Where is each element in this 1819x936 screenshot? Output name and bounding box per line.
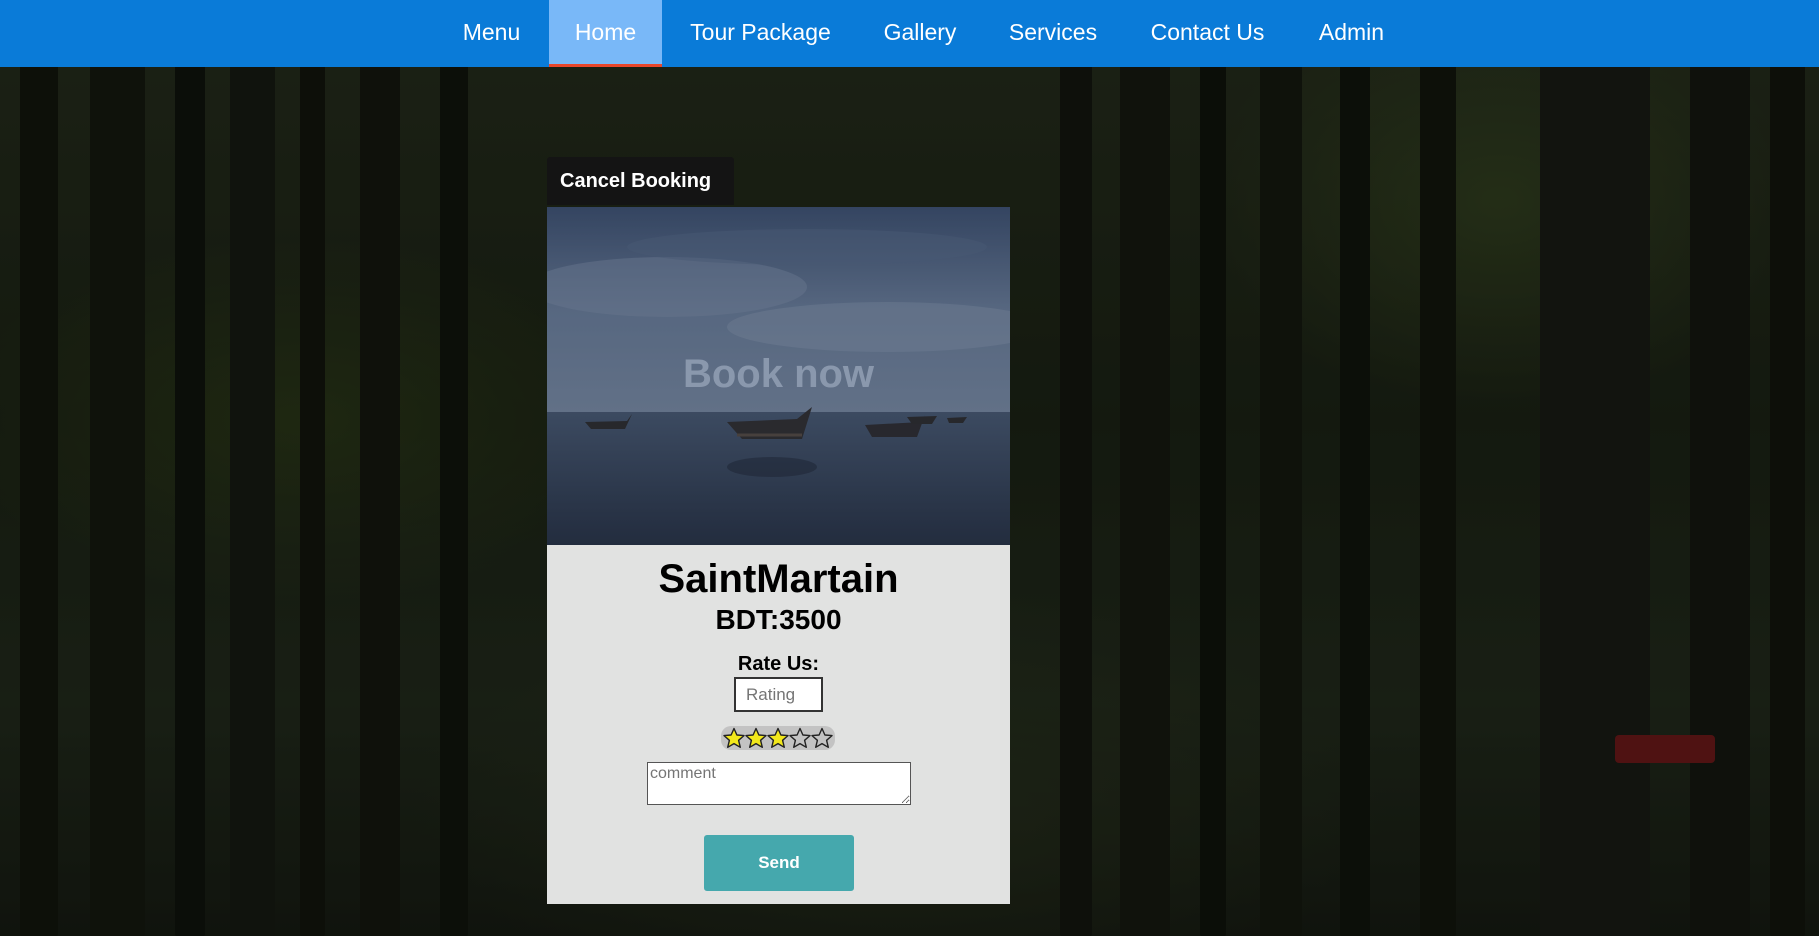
rate-us-label: Rate Us: xyxy=(737,653,820,675)
cancel-booking-button[interactable]: Cancel Booking xyxy=(547,157,734,205)
rating-input[interactable] xyxy=(734,677,823,712)
nav-item-services[interactable]: Services xyxy=(996,0,1110,64)
star-empty-icon[interactable] xyxy=(811,727,833,749)
star-filled-icon[interactable] xyxy=(767,727,789,749)
destination-image[interactable]: Book now xyxy=(547,207,1010,545)
place-title: SaintMartain xyxy=(658,557,899,601)
nav-item-contact-us[interactable]: Contact Us xyxy=(1135,0,1280,64)
nav-item-gallery[interactable]: Gallery xyxy=(869,0,971,64)
star-filled-icon[interactable] xyxy=(723,727,745,749)
nav-item-home[interactable]: Home xyxy=(549,0,662,67)
nav-item-menu[interactable]: Menu xyxy=(449,0,534,64)
star-rating[interactable] xyxy=(721,726,835,750)
send-button[interactable]: Send xyxy=(704,835,854,891)
star-filled-icon[interactable] xyxy=(745,727,767,749)
star-empty-icon[interactable] xyxy=(789,727,811,749)
nav-item-admin[interactable]: Admin xyxy=(1305,0,1398,64)
price-label: BDT:3500 xyxy=(715,604,842,635)
booking-card: Book now SaintMartain BDT:3500 Rate Us: … xyxy=(547,207,1010,904)
top-navbar: Menu Home Tour Package Gallery Services … xyxy=(0,0,1819,67)
nav-item-tour-package[interactable]: Tour Package xyxy=(677,0,844,64)
comment-field[interactable] xyxy=(647,762,911,805)
book-now-label[interactable]: Book now xyxy=(547,352,1010,397)
